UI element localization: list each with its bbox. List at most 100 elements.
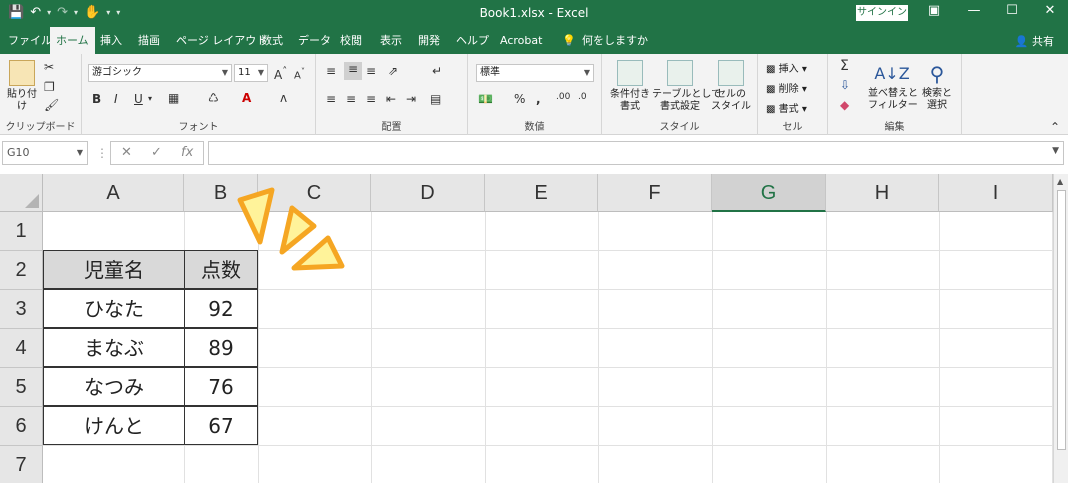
cancel-icon[interactable]: ✕ [121,145,132,160]
increase-font-icon[interactable]: A˄ [274,66,287,82]
font-name-combo[interactable]: 游ゴシック ▼ [88,64,232,82]
tab-formulas[interactable]: 数式 [255,27,289,54]
cut-icon[interactable]: ✂ [44,60,54,74]
row-header-7[interactable]: 7 [0,446,43,483]
row-header-3[interactable]: 3 [0,290,43,329]
tab-insert[interactable]: 挿入 [94,27,128,54]
column-header-f[interactable]: F [598,174,712,212]
paste-button[interactable]: 貼り付け [4,60,40,113]
underline-icon[interactable]: U [134,92,143,106]
tab-draw[interactable]: 描画 [132,27,166,54]
enter-icon[interactable]: ✓ [151,145,162,160]
table-cell-score[interactable]: 76 [184,367,258,406]
delete-cells-button[interactable]: ▩ 削除 ▾ [766,80,807,95]
conditional-formatting-button[interactable]: 条件付き 書式 [608,60,652,113]
phonetic-icon[interactable]: ᴧ [280,91,287,105]
worksheet-grid[interactable]: A B C D E F G H I 1 2 3 4 5 6 7 児童名 点数 ひ… [0,174,1053,483]
row-header-5[interactable]: 5 [0,368,43,407]
maximize-icon[interactable]: ☐ [1002,3,1022,18]
format-as-table-button[interactable]: テーブルとして 書式設定 [652,60,721,113]
column-header-g[interactable]: G [712,174,826,212]
bold-icon[interactable]: B [92,92,101,106]
percent-icon[interactable]: % [514,92,525,106]
align-left-icon[interactable]: ≡ [326,92,336,106]
tab-data[interactable]: データ [292,27,337,54]
increase-decimal-icon[interactable]: .00 [556,92,570,102]
copy-icon[interactable]: ❐ [44,80,55,94]
column-header-a[interactable]: A [43,174,184,212]
formula-buttons: ✕ ✓ fx [110,141,204,165]
share-button[interactable]: 👤 共有 [1015,33,1054,49]
align-right-icon[interactable]: ≡ [366,92,376,106]
decrease-font-icon[interactable]: A˅ [294,66,305,81]
underline-dropdown-icon[interactable]: ▾ [148,94,152,103]
align-middle-icon[interactable]: ≡ [344,62,362,80]
collapse-ribbon-icon[interactable]: ⌃ [1050,120,1060,134]
minimize-icon[interactable]: — [964,3,984,18]
align-top-icon[interactable]: ≡ [326,64,336,78]
comma-icon[interactable]: , [536,92,541,106]
cell-styles-button[interactable]: セルの スタイル [710,60,752,113]
row-header-2[interactable]: 2 [0,251,43,290]
increase-indent-icon[interactable]: ⇥ [406,92,416,106]
table-cell-score[interactable]: 92 [184,289,258,328]
table-cell-score[interactable]: 89 [184,328,258,367]
tab-view[interactable]: 表示 [374,27,408,54]
table-header-name[interactable]: 児童名 [43,250,185,289]
table-cell-name[interactable]: なつみ [43,367,185,406]
sort-filter-button[interactable]: A↓Z 並べ替えと フィルター [868,60,918,112]
row-header-1[interactable]: 1 [0,212,43,251]
table-cell-score[interactable]: 67 [184,406,258,445]
name-box[interactable]: G10 ▼ [2,141,88,165]
column-header-e[interactable]: E [485,174,598,212]
column-header-h[interactable]: H [826,174,939,212]
fill-color-icon[interactable]: ♺ [208,91,219,105]
column-header-i[interactable]: I [939,174,1053,212]
format-cells-button[interactable]: ▩ 書式 ▾ [766,100,807,115]
format-painter-icon[interactable]: 🖌 [44,98,59,112]
formula-input[interactable]: ▼ [208,141,1064,165]
group-alignment: ≡ ≡ ≡ ⇗ ↵ ≡ ≡ ≡ ⇤ ⇥ ▤ 配置 [316,54,468,135]
table-cell-name[interactable]: まなぶ [43,328,185,367]
currency-icon[interactable]: 💵 [478,92,493,106]
font-size-combo[interactable]: 11 ▼ [234,64,268,82]
align-center-icon[interactable]: ≡ [346,92,356,106]
tab-home[interactable]: ホーム [50,27,95,54]
insert-cells-button[interactable]: ▩ 挿入 ▾ [766,60,807,75]
font-color-icon[interactable]: A [242,91,251,105]
scroll-up-icon[interactable]: ▲ [1057,177,1063,186]
number-format-combo[interactable]: 標準 ▼ [476,64,594,82]
vertical-scrollbar[interactable]: ▲ [1053,174,1068,483]
italic-icon[interactable]: I [114,92,118,106]
decrease-indent-icon[interactable]: ⇤ [386,92,396,106]
share-label: 共有 [1032,35,1054,48]
group-font: 游ゴシック ▼ 11 ▼ A˄ A˅ B I U ▾ ▦ ♺ A ᴧ フォント [82,54,316,135]
fill-icon[interactable]: ⇩ [840,78,850,92]
tab-review[interactable]: 校閲 [334,27,368,54]
table-cell-name[interactable]: ひなた [43,289,185,328]
close-icon[interactable]: ✕ [1040,3,1060,18]
table-cell-name[interactable]: けんと [43,406,185,445]
orientation-icon[interactable]: ⇗ [388,64,398,78]
align-bottom-icon[interactable]: ≡ [366,64,376,78]
decrease-decimal-icon[interactable]: .0 [578,92,587,102]
wrap-text-icon[interactable]: ↵ [432,64,442,78]
clear-icon[interactable]: ◆ [840,98,849,112]
tab-acrobat[interactable]: Acrobat [494,27,548,54]
tab-help[interactable]: ヘルプ [450,27,495,54]
borders-icon[interactable]: ▦ [168,91,179,105]
expand-formula-icon[interactable]: ▼ [1052,146,1059,156]
signin-button[interactable]: サインイン [856,5,908,21]
row-header-6[interactable]: 6 [0,407,43,446]
select-all-button[interactable] [0,174,43,212]
merge-center-icon[interactable]: ▤ [430,92,441,106]
column-header-d[interactable]: D [371,174,485,212]
find-select-button[interactable]: ⚲ 検索と 選択 [918,60,956,112]
insert-function-icon[interactable]: fx [181,145,193,160]
tell-me-search[interactable]: 何をしますか [576,27,654,54]
ribbon-display-options-icon[interactable]: ▣ [924,3,944,18]
tab-developer[interactable]: 開発 [412,27,446,54]
scrollbar-thumb[interactable] [1057,190,1066,450]
row-header-4[interactable]: 4 [0,329,43,368]
autosum-icon[interactable]: Σ [840,58,849,74]
